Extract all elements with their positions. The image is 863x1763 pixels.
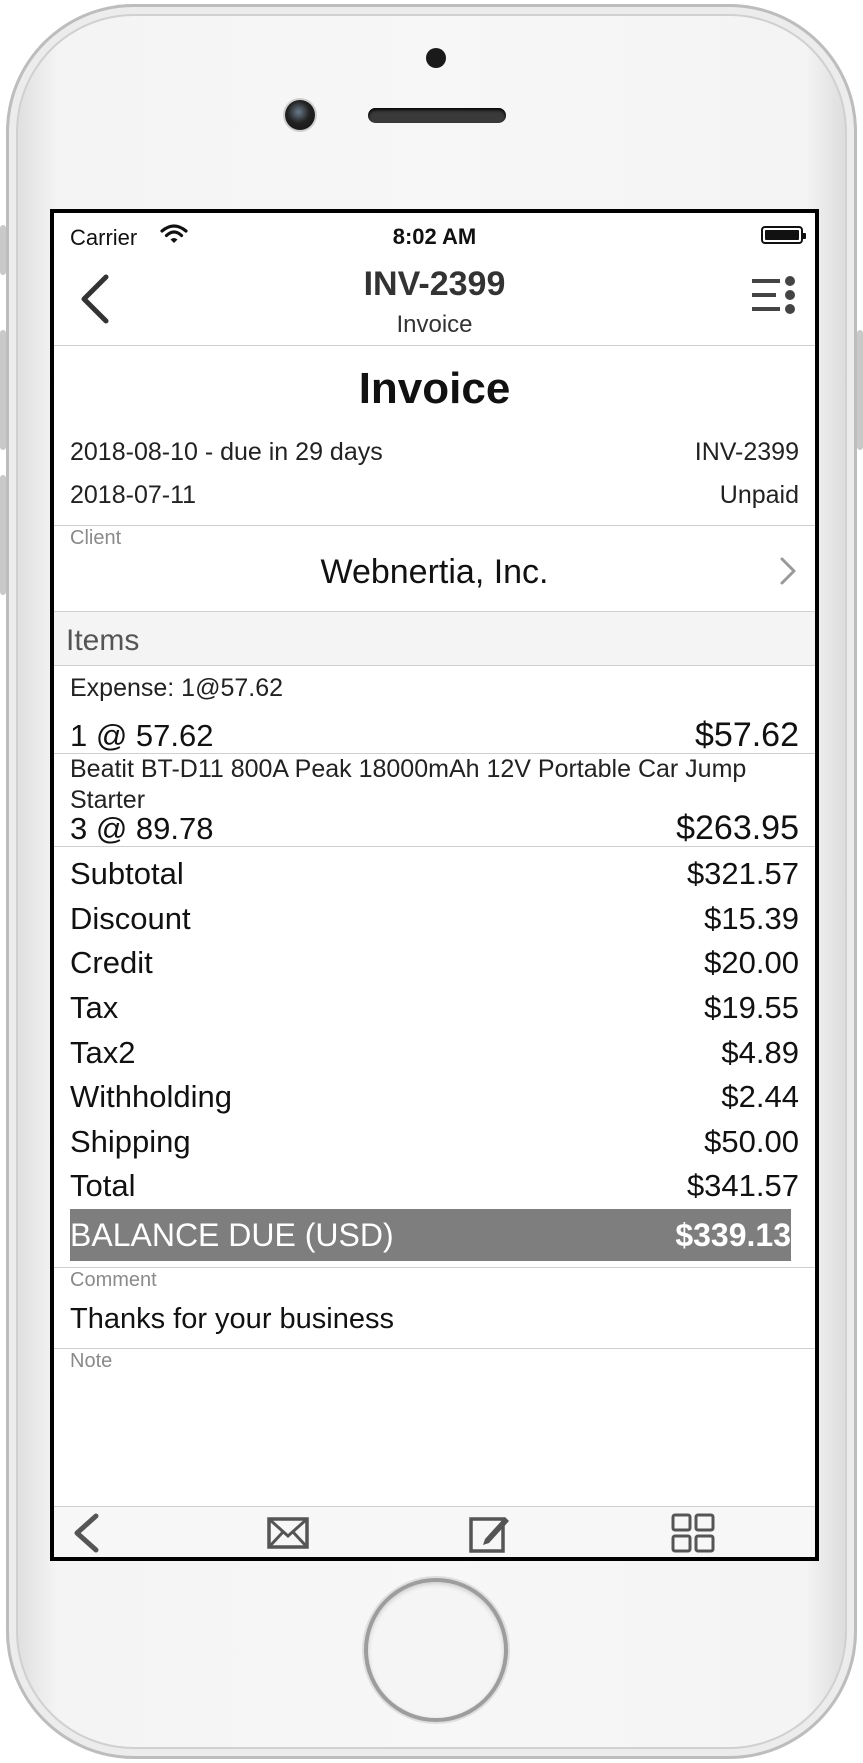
- total-value: $341.57: [686, 1168, 799, 1203]
- grid-icon[interactable]: [671, 1513, 715, 1553]
- balance-due-label: BALANCE DUE (USD): [70, 1217, 394, 1253]
- earpiece-speaker: [368, 108, 506, 123]
- edit-icon[interactable]: [469, 1513, 511, 1553]
- item-description: Expense: 1@57.62: [70, 674, 284, 702]
- balance-due-bar: BALANCE DUE (USD) $339.13: [70, 1209, 791, 1261]
- client-name: Webnertia, Inc.: [320, 553, 549, 591]
- power-button: [857, 330, 863, 450]
- item-quantity: 3 @ 89.78: [70, 811, 214, 846]
- nav-subtitle: Invoice: [396, 311, 473, 338]
- chevron-right-icon: [780, 557, 796, 585]
- divider: [54, 1267, 815, 1268]
- items-section-header: Items: [54, 611, 815, 666]
- shipping-value: $50.00: [704, 1124, 799, 1159]
- item-description: Beatit BT-D11 800A Peak 18000mAh 12V Por…: [70, 755, 747, 814]
- nav-title: INV-2399: [363, 265, 506, 303]
- volume-down-button: [0, 475, 6, 595]
- navigation-bar: INV-2399 Invoice: [54, 253, 815, 346]
- client-label: Client: [70, 527, 122, 549]
- withholding-value: $2.44: [721, 1079, 799, 1114]
- withholding-label: Withholding: [70, 1079, 232, 1114]
- comment-text: Thanks for your business: [70, 1303, 394, 1335]
- comment-label: Comment: [70, 1269, 157, 1291]
- credit-value: $20.00: [704, 945, 799, 980]
- discount-label: Discount: [70, 901, 191, 936]
- back-icon[interactable]: [70, 1513, 102, 1553]
- total-label: Total: [70, 1168, 136, 1203]
- divider: [54, 1348, 815, 1349]
- screen: Carrier 8:02 AM INV-2399 Invoice Invoice: [50, 209, 819, 1561]
- document-heading: Invoice: [358, 364, 511, 413]
- tax2-label: Tax2: [70, 1035, 136, 1070]
- issue-date: 2018-07-11: [70, 481, 197, 509]
- camera-dot: [426, 48, 446, 68]
- mute-switch: [0, 225, 6, 275]
- invoice-status: Unpaid: [719, 481, 799, 509]
- subtotal-label: Subtotal: [70, 856, 184, 891]
- discount-value: $15.39: [704, 901, 799, 936]
- items-section-label: Items: [66, 624, 140, 657]
- mail-icon[interactable]: [267, 1513, 309, 1553]
- front-camera: [285, 100, 315, 130]
- battery-icon: [761, 226, 806, 244]
- item-amount: $263.95: [676, 809, 799, 847]
- shipping-label: Shipping: [70, 1124, 191, 1159]
- due-date: 2018-08-10 - due in 29 days: [70, 438, 383, 466]
- invoice-number: INV-2399: [694, 438, 799, 466]
- divider: [54, 525, 815, 526]
- divider: [54, 846, 815, 847]
- volume-up-button: [0, 330, 6, 450]
- credit-label: Credit: [70, 945, 153, 980]
- item-amount: $57.62: [695, 716, 799, 754]
- home-button[interactable]: [368, 1582, 504, 1718]
- balance-due-value: $339.13: [675, 1217, 791, 1253]
- subtotal-value: $321.57: [686, 856, 799, 891]
- tax-value: $19.55: [704, 990, 799, 1025]
- status-bar: Carrier 8:02 AM: [54, 213, 815, 253]
- clock: 8:02 AM: [392, 224, 477, 249]
- tax-label: Tax: [70, 990, 119, 1025]
- item-quantity: 1 @ 57.62: [70, 718, 214, 753]
- tax2-value: $4.89: [721, 1035, 799, 1070]
- note-label: Note: [70, 1350, 113, 1372]
- bottom-toolbar: [54, 1506, 815, 1557]
- menu-list-icon[interactable]: [751, 273, 797, 323]
